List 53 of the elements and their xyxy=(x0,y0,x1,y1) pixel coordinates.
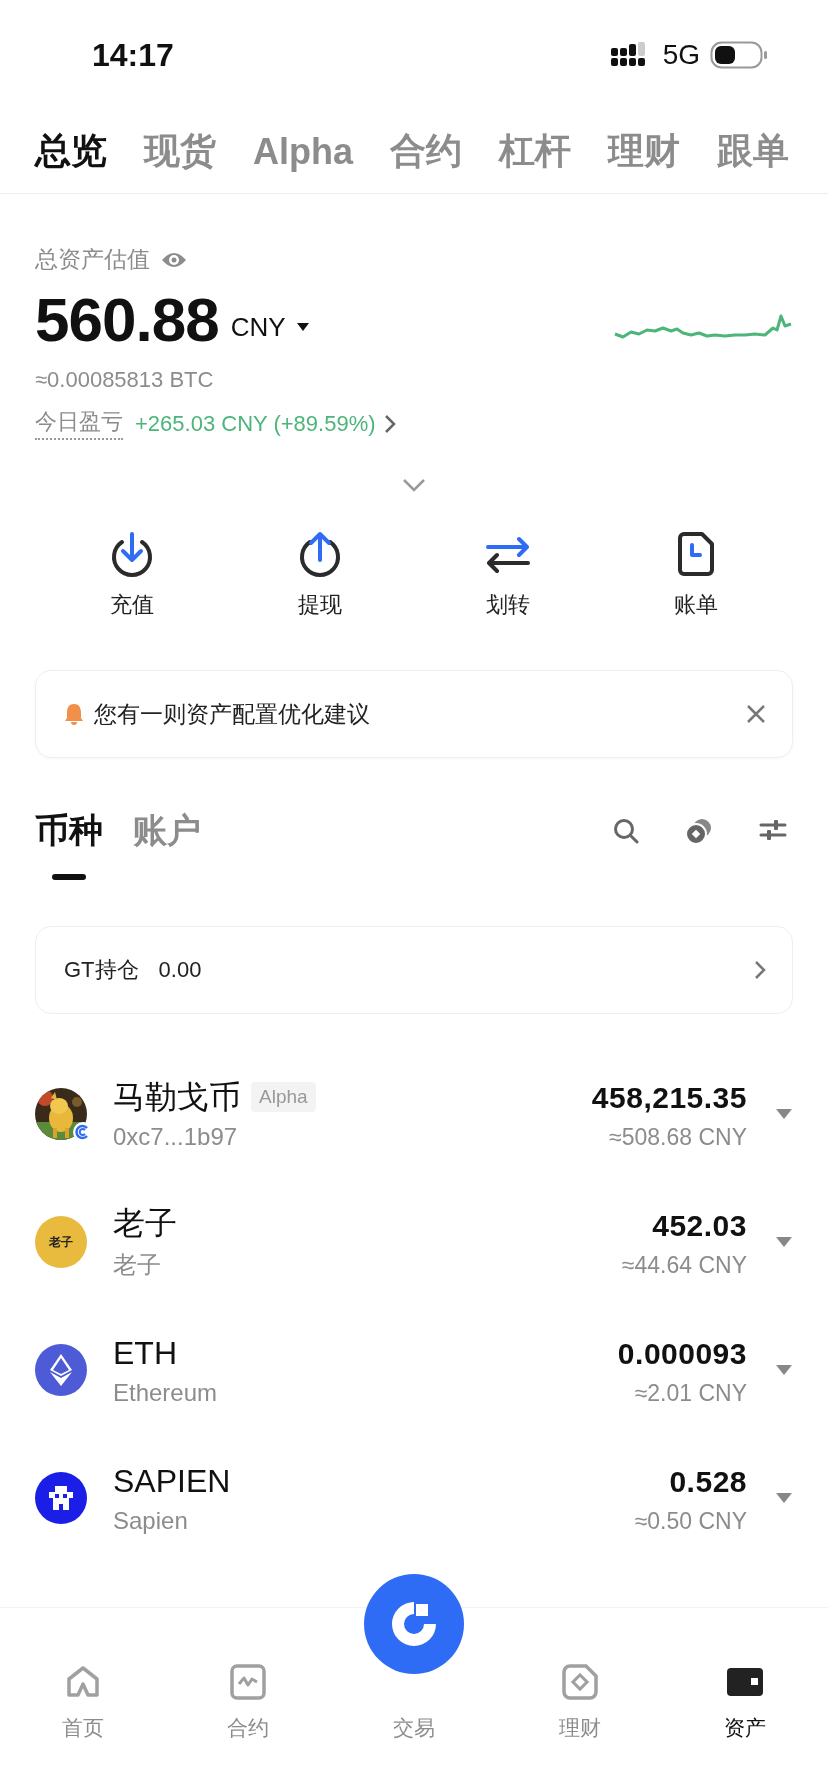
document-diamond-icon[interactable] xyxy=(561,1664,598,1700)
battery-icon xyxy=(710,41,768,69)
action-label[interactable]: 账单 xyxy=(674,590,718,620)
coin-amount: 0.000093 xyxy=(617,1335,747,1372)
network-label: 5G xyxy=(662,39,700,71)
diamond-coin-icon xyxy=(35,1344,87,1396)
btc-equivalent: ≈0.00085813 BTC xyxy=(35,367,214,392)
coin-subtitle: 老子 xyxy=(113,1250,162,1280)
coin-tag: Alpha xyxy=(251,1082,316,1112)
tab[interactable]: 币种 xyxy=(35,810,103,850)
chevron-down-icon[interactable] xyxy=(402,478,426,492)
gt-holding-card[interactable]: GT持仓 0.00 xyxy=(35,926,793,1014)
home-icon[interactable] xyxy=(64,1664,101,1700)
coin-name[interactable]: 老子 xyxy=(113,1203,177,1243)
coin-name[interactable]: 马勒戈币 xyxy=(113,1077,241,1117)
coin-subtitle: Sapien xyxy=(113,1507,189,1535)
coin-value: ≈44.64 CNY xyxy=(621,1251,747,1279)
daily-pnl-value: +265.03 CNY (+89.59%) xyxy=(135,410,376,437)
chevron-right-icon[interactable] xyxy=(383,413,396,434)
nav-label[interactable]: 资产 xyxy=(724,1714,767,1742)
bell-icon xyxy=(64,703,84,725)
notice-text[interactable]: 您有一则资产配置优化建议 xyxy=(94,698,746,730)
coin-amount: 0.528 xyxy=(669,1463,747,1500)
sliders-icon[interactable] xyxy=(759,818,787,842)
close-icon[interactable] xyxy=(746,704,766,724)
coin-amount: 458,215.35 xyxy=(591,1079,747,1116)
coin-amount: 452.03 xyxy=(652,1207,747,1244)
total-assets-value: 560.88 xyxy=(35,285,219,355)
chart-icon[interactable] xyxy=(230,1664,267,1700)
search-icon[interactable] xyxy=(613,818,639,844)
tab[interactable]: 总览 xyxy=(35,127,107,176)
action-label[interactable]: 提现 xyxy=(298,590,342,620)
total-assets-label: 总资产估值 xyxy=(35,245,150,274)
coins-icon[interactable] xyxy=(685,818,713,846)
action-label[interactable]: 划转 xyxy=(486,590,530,620)
coin-subtitle: 0xc7...1b97 xyxy=(113,1123,239,1151)
trade-logo-button[interactable] xyxy=(364,1574,464,1674)
pixel-coin-icon xyxy=(35,1472,87,1524)
tab-underline xyxy=(52,874,86,880)
coin-value: ≈2.01 CNY xyxy=(634,1379,747,1407)
coin-subtitle: Ethereum xyxy=(113,1379,219,1407)
gt-holding-value: 0.00 xyxy=(158,957,203,983)
coin-value: ≈508.68 CNY xyxy=(609,1123,747,1151)
coin-logo: 老子 xyxy=(35,1216,87,1268)
gt-holding-label: GT持仓 xyxy=(64,956,139,984)
chevron-right-icon xyxy=(754,960,766,980)
coin-name[interactable]: SAPIEN xyxy=(113,1461,231,1501)
coin-value: ≈0.50 CNY xyxy=(634,1507,747,1535)
currency-selector[interactable]: CNY xyxy=(230,311,286,343)
caret-icon[interactable] xyxy=(295,322,310,332)
status-time: 14:17 xyxy=(92,36,175,74)
coin-name[interactable]: ETH xyxy=(113,1333,177,1373)
action-label[interactable]: 充值 xyxy=(110,590,154,620)
